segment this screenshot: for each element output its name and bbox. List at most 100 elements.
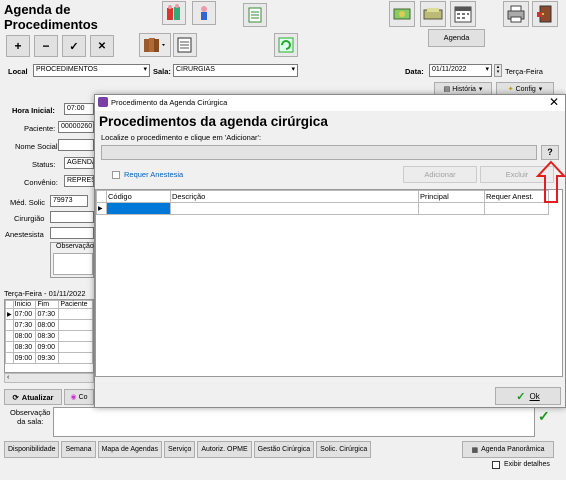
hora-inicial-input[interactable]: 07:00 (64, 103, 94, 115)
person-icon[interactable] (192, 1, 216, 25)
agenda-panoramica-label: Agenda Panorâmica (481, 446, 545, 453)
nome-social-input[interactable] (58, 139, 94, 151)
printer-icon[interactable] (503, 1, 529, 27)
schedule-column-header: Paciente (58, 300, 93, 309)
adicionar-button[interactable]: Adicionar (403, 166, 477, 183)
document-icon[interactable] (243, 3, 267, 27)
dialog-title: Procedimento da Agenda Cirúrgica (111, 98, 228, 107)
anestesista-input[interactable] (50, 227, 94, 239)
schedule-cell[interactable] (58, 341, 93, 353)
sala-select-value: CIRURGIAS (176, 66, 215, 73)
date-spinner[interactable]: ▴ ▾ (494, 64, 502, 77)
schedule-table: Inicio Fim Paciente ▶ 07:00 07:30 07:30 08:00 0… (5, 300, 93, 364)
agenda-button[interactable]: Agenda (428, 29, 485, 47)
historia-button-label: História (452, 85, 476, 93)
row-indicator (5, 352, 14, 364)
panorama-icon: ▦ (471, 446, 479, 454)
schedule-cell[interactable] (58, 319, 93, 331)
folders-icon[interactable] (139, 33, 171, 57)
schedule-cell[interactable]: 07:00 (12, 308, 37, 320)
table-row[interactable]: ▶ (96, 202, 549, 215)
hora-inicial-label: Hora Inicial: (12, 106, 55, 115)
observacao-textarea[interactable] (53, 253, 93, 275)
agenda-panoramica-button[interactable]: ▦ Agenda Panorâmica (462, 441, 554, 458)
row-indicator-icon: ▶ (5, 308, 14, 320)
procedures-table: Código Descrição Principal Requer Anest.… (96, 190, 549, 215)
ok-button[interactable]: ✓ Ok (495, 387, 561, 405)
procedure-search-input[interactable] (101, 145, 537, 160)
sala-label: Sala: (153, 67, 171, 76)
save-check-icon[interactable]: ✓ (538, 408, 550, 425)
observacao-sala-input[interactable] (53, 407, 535, 437)
exit-door-icon[interactable] (532, 1, 558, 27)
schedule-column-header: Fim (35, 300, 60, 309)
date-picker[interactable]: 01/11/2022 ▾ (429, 64, 492, 77)
principal-cell[interactable] (418, 202, 485, 215)
cirurgiao-input[interactable] (50, 211, 94, 223)
codigo-cell[interactable] (106, 202, 171, 215)
paciente-input[interactable]: 00000260 (58, 121, 94, 133)
add-button[interactable]: + (6, 35, 30, 57)
requer-anestesia-checkbox[interactable] (112, 171, 120, 179)
help-button[interactable]: ? (541, 145, 559, 160)
med-solic-input[interactable]: 79973 (50, 195, 88, 207)
bottom-tab[interactable]: Solic. Cirúrgica (316, 441, 372, 458)
bottom-tab[interactable]: Semana (61, 441, 96, 458)
requer-anestesia-label: Requer Anestesia (124, 170, 184, 179)
table-row[interactable]: ▶ 07:00 07:30 (5, 308, 93, 320)
chevron-down-icon: ▾ (143, 66, 147, 73)
remove-button[interactable]: − (34, 35, 58, 57)
bottom-tab[interactable]: Gestão Cirúrgica (253, 441, 315, 458)
cancel-button[interactable]: ✕ (90, 35, 114, 57)
table-row[interactable]: 08:30 09:00 (5, 341, 93, 353)
dialog-instruction: Localize o procedimento e clique em 'Adi… (101, 133, 262, 142)
confirm-button[interactable]: ✓ (62, 35, 86, 57)
table-row[interactable]: 09:00 09:30 (5, 352, 93, 364)
patients-icon[interactable] (162, 1, 186, 25)
schedule-cell[interactable]: 08:00 (35, 319, 60, 331)
schedule-cell[interactable] (58, 330, 93, 342)
status-input[interactable]: AGENDA (64, 157, 94, 169)
atualizar-button[interactable]: ⟳ Atualizar (4, 389, 62, 405)
money-icon[interactable] (389, 1, 415, 27)
row-indicator (5, 330, 14, 342)
schedule-cell[interactable]: 09:30 (35, 352, 60, 364)
sala-select[interactable]: CIRURGIAS ▾ (173, 64, 298, 77)
bottom-tab[interactable]: Mapa de Agendas (97, 441, 162, 458)
bottom-tab[interactable]: Serviço (164, 441, 196, 458)
table-row[interactable]: 08:00 08:30 (5, 330, 93, 342)
config-icon: ✦ (507, 86, 514, 93)
observacao-sala-label: Observação da sala: (10, 408, 51, 426)
schedule-cell[interactable]: 08:30 (35, 330, 60, 342)
cor-button[interactable]: ◉ Co (64, 389, 94, 405)
schedule-cell[interactable]: 08:30 (12, 341, 37, 353)
exibir-detalhes-checkbox[interactable] (492, 461, 500, 469)
descricao-cell[interactable] (170, 202, 419, 215)
schedule-cell[interactable]: 07:30 (35, 308, 60, 320)
table-row[interactable]: 07:30 08:00 (5, 319, 93, 331)
requer-anest-cell[interactable] (484, 202, 549, 215)
local-select[interactable]: PROCEDIMENTOS ▾ (33, 64, 150, 77)
convenio-input[interactable]: REPRES (64, 175, 94, 187)
cash-icon[interactable] (420, 1, 446, 27)
nome-social-label: Nome Social: (15, 142, 60, 151)
observacao-box[interactable]: Observação (50, 242, 94, 278)
schedule-cell[interactable]: 09:00 (12, 352, 37, 364)
schedule-scrollbar[interactable]: ‹ (4, 373, 94, 383)
schedule-cell[interactable] (58, 352, 93, 364)
app-icon (98, 97, 108, 107)
row-indicator-icon: ▶ (96, 202, 107, 215)
notes-icon[interactable] (173, 33, 197, 57)
principal-column-header: Principal (418, 190, 485, 203)
cirurgiao-label: Cirurgião (14, 214, 45, 223)
codigo-column-header: Código (106, 190, 171, 203)
refresh-icon[interactable] (274, 33, 298, 57)
schedule-cell[interactable] (58, 308, 93, 320)
calendar-icon[interactable] (450, 1, 476, 27)
schedule-cell[interactable]: 08:00 (12, 330, 37, 342)
schedule-cell[interactable]: 07:30 (12, 319, 37, 331)
schedule-cell[interactable]: 09:00 (35, 341, 60, 353)
bottom-tab[interactable]: Autoriz. OPME (197, 441, 252, 458)
bottom-tab[interactable]: Disponibilidade (4, 441, 60, 458)
close-icon[interactable]: ✕ (549, 95, 559, 109)
